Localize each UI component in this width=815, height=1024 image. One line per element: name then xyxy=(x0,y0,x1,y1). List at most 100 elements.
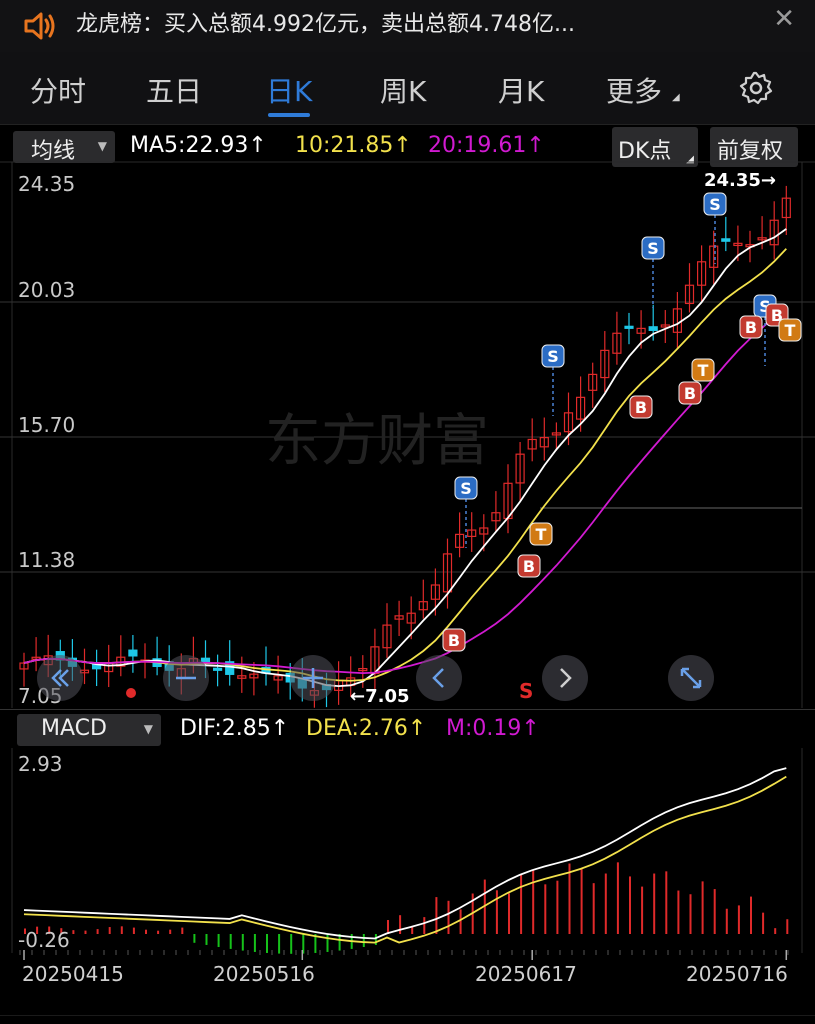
macd-bar xyxy=(459,909,462,934)
signal-letter: S xyxy=(647,239,659,258)
macd-bar xyxy=(387,920,389,934)
kline-chart[interactable]: 东方财富 SSSSSBBBBBBTTT 24.35→ ←7.05 S xyxy=(0,160,815,720)
macd-bar xyxy=(217,934,220,948)
macd-bar xyxy=(713,889,716,934)
high-price-label: 24.35→ xyxy=(704,170,776,191)
macd-bar xyxy=(84,930,87,934)
dea-line xyxy=(23,775,787,944)
ma-selector[interactable]: 均线 ▼ xyxy=(13,131,115,164)
candle-body xyxy=(624,325,634,329)
zoom-out-button[interactable] xyxy=(163,655,209,701)
m-value: M:0.19↑ xyxy=(446,716,540,741)
candle-body xyxy=(721,238,731,242)
dif-line xyxy=(23,767,787,940)
macd-bar xyxy=(145,929,147,934)
macd-bar xyxy=(629,876,631,934)
chevron-right-icon xyxy=(560,668,572,688)
macd-bar xyxy=(725,908,728,934)
candle-body xyxy=(648,326,658,331)
zoom-in-button[interactable] xyxy=(290,655,336,701)
time-ticks xyxy=(19,950,789,960)
signal-letter: T xyxy=(698,361,709,380)
scroll-left-fast-button[interactable] xyxy=(37,655,83,701)
price-axis-label: 24.35 xyxy=(18,172,76,196)
signal-letter: B xyxy=(448,631,460,650)
signal-letter: T xyxy=(785,321,796,340)
indicator-selector[interactable]: MACD ▼ xyxy=(17,714,161,746)
notification-banner[interactable]: 龙虎榜：买入总额4.992亿元，卖出总额4.748亿... ✕ xyxy=(0,0,815,52)
tab-five-day[interactable]: 五日 xyxy=(146,70,202,110)
macd-lines xyxy=(23,767,787,944)
macd-bar xyxy=(229,934,232,949)
macd-bar xyxy=(592,883,595,934)
macd-bar xyxy=(435,897,438,934)
fullscreen-button[interactable] xyxy=(668,655,714,701)
macd-bar xyxy=(193,934,196,943)
macd-bar xyxy=(157,930,160,934)
divider xyxy=(0,124,815,125)
period-tabs: 分时 五日 日K 周K 月K 更多 ◢ xyxy=(0,52,815,124)
signal-letter: B xyxy=(523,557,535,576)
date-label: 20250617 xyxy=(475,962,577,986)
tab-monthly-k[interactable]: 月K xyxy=(498,70,544,110)
signal-letter: B xyxy=(684,384,696,403)
macd-bar xyxy=(689,894,692,934)
close-icon[interactable]: ✕ xyxy=(773,4,795,34)
chevron-down-icon: ▼ xyxy=(97,139,107,153)
macd-bar xyxy=(653,873,656,934)
tab-weekly-k[interactable]: 周K xyxy=(380,70,426,110)
dif-value: DIF:2.85↑ xyxy=(180,716,290,741)
macd-chart[interactable] xyxy=(0,748,815,958)
ma20-value: 20:19.61↑ xyxy=(428,133,545,158)
macd-bar xyxy=(774,928,777,934)
signal-letter: T xyxy=(536,525,547,544)
macd-bar xyxy=(532,869,535,934)
tab-more[interactable]: 更多 xyxy=(606,70,662,110)
candle-body xyxy=(213,667,223,671)
macd-bar xyxy=(508,893,510,934)
event-dot xyxy=(126,688,136,698)
tab-daily-k[interactable]: 日K xyxy=(266,70,312,110)
macd-bar xyxy=(241,934,244,951)
ma5-value: MA5:22.93↑ xyxy=(130,133,267,158)
active-tab-indicator xyxy=(268,113,310,117)
tab-minute[interactable]: 分时 xyxy=(30,70,86,110)
macd-bar xyxy=(604,873,607,934)
banner-message: 龙虎榜：买入总额4.992亿元，卖出总额4.748亿... xyxy=(76,12,575,37)
signal-letter: B xyxy=(635,398,647,417)
macd-bar xyxy=(423,917,426,934)
macd-bar xyxy=(108,927,111,934)
macd-bar xyxy=(786,919,789,934)
macd-bar xyxy=(616,862,619,934)
signal-letter: S xyxy=(709,195,721,214)
scroll-right-button[interactable] xyxy=(542,655,588,701)
macd-bar xyxy=(96,929,99,934)
speaker-icon xyxy=(24,12,55,40)
macd-bar xyxy=(701,881,704,934)
macd-bar xyxy=(556,880,559,934)
gear-icon[interactable] xyxy=(738,70,774,106)
macd-bar xyxy=(120,926,123,934)
price-axis-label: 11.38 xyxy=(18,548,76,572)
price-axis-label: 20.03 xyxy=(18,278,76,302)
date-label: 20250716 xyxy=(686,962,788,986)
chevron-down-icon: ▼ xyxy=(143,722,153,736)
double-chevron-left-icon xyxy=(51,669,69,687)
macd-bar xyxy=(495,890,498,934)
macd-bar xyxy=(568,863,571,934)
macd-bar xyxy=(169,929,172,934)
sell-marker: S xyxy=(519,679,533,703)
macd-axis-label: -0.26 xyxy=(18,928,70,952)
date-label: 20250516 xyxy=(213,962,315,986)
macd-bar xyxy=(447,900,450,934)
plus-icon xyxy=(303,668,323,688)
macd-bar xyxy=(750,896,752,934)
price-axis-label: 15.70 xyxy=(18,413,76,437)
signal-letter: S xyxy=(547,347,559,366)
date-label: 20250415 xyxy=(22,962,124,986)
trade-signals: SSSSSBBBBBBTTT xyxy=(442,192,802,652)
low-price-label: ←7.05 xyxy=(350,686,410,707)
scroll-left-button[interactable] xyxy=(416,655,462,701)
dea-value: DEA:2.76↑ xyxy=(306,716,427,741)
macd-bar xyxy=(677,890,680,934)
